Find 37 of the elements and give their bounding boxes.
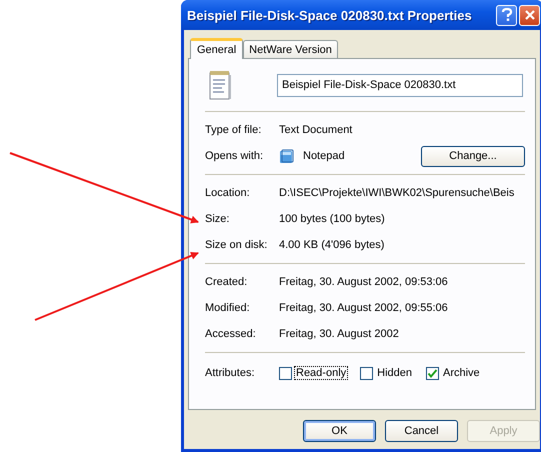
checkbox[interactable] (279, 366, 292, 380)
dialog-button[interactable]: OK (303, 420, 376, 442)
notepad-app-icon (279, 148, 294, 164)
field-value: Notepad (303, 150, 345, 162)
close-button[interactable] (519, 4, 540, 26)
checkbox[interactable] (360, 366, 374, 380)
field-label: Accessed: (205, 328, 257, 340)
dialog-button[interactable]: Cancel (385, 420, 458, 442)
field-value: Freitag, 30. August 2002 (279, 328, 399, 340)
check-icon (427, 368, 438, 378)
tab[interactable]: General (190, 38, 244, 59)
field-value: Text Document (279, 124, 352, 136)
field-value: 100 bytes (100 bytes) (279, 213, 385, 225)
field-label: Location: (205, 187, 251, 199)
field-value: 4.00 KB (4'096 bytes) (279, 239, 384, 251)
field-value: D:\ISEC\Projekte\IWI\BWK02\Spurensuche\Beis (279, 187, 514, 199)
file-name-field[interactable]: Beispiel File-Disk-Space 020830.txt (277, 74, 523, 96)
checkbox-label[interactable]: Archive (441, 366, 482, 380)
change-button[interactable]: Change... (421, 146, 525, 166)
tab[interactable]: NetWare Version (243, 40, 338, 58)
checkbox-label[interactable]: Read-only (294, 366, 348, 380)
field-label: Size: (205, 213, 230, 225)
help-icon (500, 8, 512, 22)
field-value: Freitag, 30. August 2002, 09:53:06 (279, 276, 448, 288)
notepad-file-icon (209, 70, 231, 100)
window-title: Beispiel File-Disk-Space 020830.txt Properties (187, 8, 473, 22)
field-label: Created: (205, 276, 248, 288)
field-label: Size on disk: (205, 239, 268, 251)
field-value: Freitag, 30. August 2002, 09:55:06 (279, 302, 448, 314)
field-label: Opens with: (205, 150, 264, 162)
checkbox-label[interactable]: Hidden (375, 366, 414, 380)
field-label: Type of file: (205, 124, 262, 136)
field-label: Attributes: (205, 367, 256, 379)
checkbox[interactable] (426, 366, 439, 380)
help-button[interactable] (496, 4, 517, 26)
field-label: Modified: (205, 302, 251, 314)
close-icon (524, 10, 534, 20)
